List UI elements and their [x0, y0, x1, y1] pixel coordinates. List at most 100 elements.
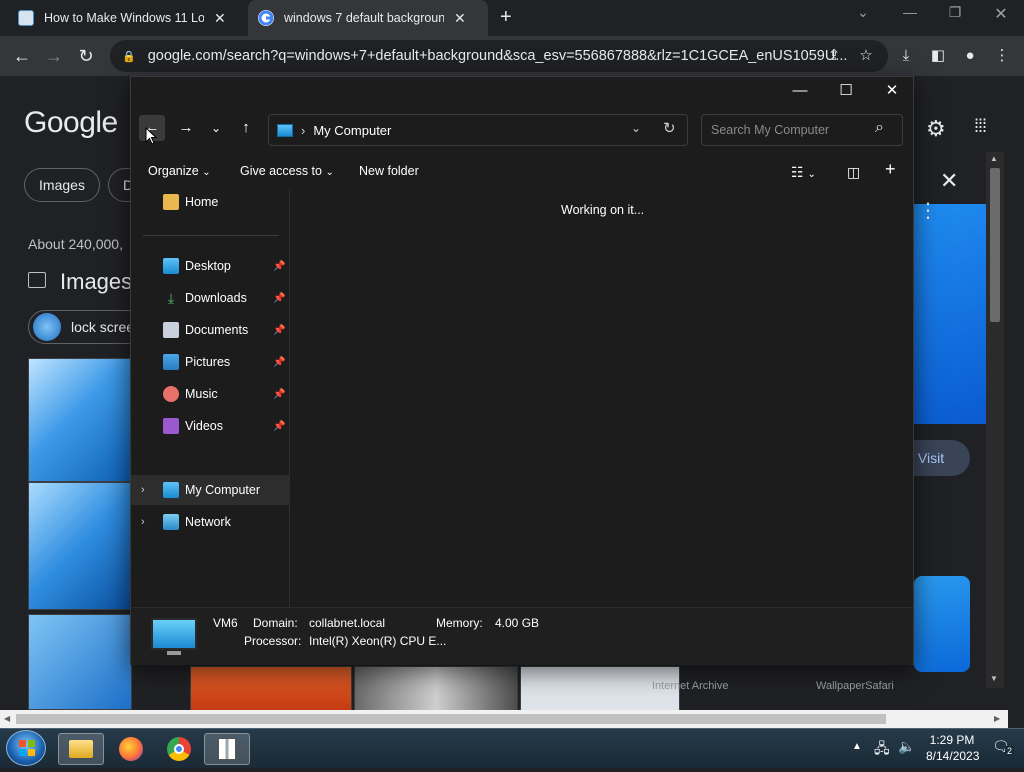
scroll-down-icon[interactable]: ▼ [990, 674, 998, 683]
browser-tab-bar: How to Make Windows 11 Look Like ✕ windo… [0, 0, 1024, 36]
forward-icon[interactable]: → [40, 44, 68, 68]
nav-item-music[interactable]: Music 📌 [131, 379, 289, 409]
close-preview-icon[interactable]: ✕ [940, 168, 958, 194]
nav-item-pictures[interactable]: Pictures 📌 [131, 347, 289, 377]
close-icon[interactable]: ✕ [869, 77, 915, 105]
new-folder-button[interactable]: New folder [359, 164, 419, 178]
network-tray-icon[interactable]: 🖧 [874, 738, 890, 762]
pin-icon[interactable]: 📌 [273, 325, 285, 336]
taskbar-file-explorer[interactable] [58, 733, 104, 765]
profile-icon[interactable]: ● [958, 44, 982, 68]
settings-gear-icon[interactable]: ⚙ [926, 116, 946, 142]
minimize-icon[interactable]: — [777, 77, 823, 105]
add-icon[interactable]: + [885, 159, 896, 180]
google-apps-icon[interactable]: ⁞⁞⁞ [974, 116, 987, 137]
computer-icon [277, 123, 293, 137]
download-icon[interactable]: ⤓ [894, 44, 918, 68]
bookmark-star-icon[interactable]: ☆ [854, 44, 878, 68]
preview-pane-icon[interactable]: ◫ [847, 164, 860, 181]
nav-item-home[interactable]: Home [131, 187, 289, 217]
back-icon[interactable]: ← [8, 44, 36, 68]
computer-icon [163, 482, 179, 498]
show-hidden-icons[interactable]: ▲ [852, 741, 862, 752]
refresh-icon[interactable]: ↻ [663, 119, 676, 137]
tab-close-icon[interactable]: ✕ [214, 10, 226, 27]
computer-name: VM6 [213, 616, 238, 630]
minimize-icon[interactable]: — [895, 4, 925, 20]
image-thumbnail[interactable] [190, 666, 352, 710]
address-bar[interactable]: 🔒 google.com/search?q=windows+7+default+… [110, 40, 888, 72]
related-image[interactable] [914, 576, 970, 672]
organize-menu[interactable]: Organize ⌄ [148, 164, 211, 178]
menu-icon[interactable]: ⋮ [990, 44, 1014, 68]
image-thumbnail[interactable] [28, 482, 132, 610]
path-dropdown-icon[interactable]: ⌄ [631, 121, 641, 135]
scrollbar-thumb[interactable] [16, 714, 886, 724]
pin-icon[interactable]: 📌 [273, 357, 285, 368]
chip-thumb-icon [33, 313, 61, 341]
divider [143, 235, 279, 236]
close-window-icon[interactable]: ✕ [986, 4, 1016, 24]
image-thumbnail[interactable] [28, 614, 132, 710]
search-input[interactable]: Search My Computer [701, 114, 903, 146]
image-thumbnail[interactable] [354, 666, 518, 710]
pin-icon[interactable]: 📌 [273, 389, 285, 400]
windows-logo-icon [19, 740, 35, 756]
browser-tab-1[interactable]: How to Make Windows 11 Look Like ✕ [8, 0, 248, 36]
give-access-menu[interactable]: Give access to ⌄ [240, 164, 334, 178]
scroll-left-icon[interactable]: ◀ [4, 714, 10, 723]
nav-item-desktop[interactable]: Desktop 📌 [131, 251, 289, 281]
nav-item-documents[interactable]: Documents 📌 [131, 315, 289, 345]
mouse-cursor-icon [145, 126, 158, 150]
google-logo[interactable]: Google [24, 106, 118, 140]
start-button[interactable] [6, 730, 46, 766]
clock-date: 8/14/2023 [926, 749, 980, 763]
reload-icon[interactable]: ↻ [72, 44, 100, 68]
maximize-icon[interactable]: ☐ [823, 77, 869, 105]
scroll-right-icon[interactable]: ▶ [994, 714, 1000, 723]
view-options-icon[interactable]: ☷ ⌄ [791, 164, 816, 181]
preview-image[interactable] [914, 204, 986, 424]
nav-item-downloads[interactable]: ⤓ Downloads 📌 [131, 283, 289, 313]
taskbar-chrome[interactable] [156, 733, 202, 765]
share-icon[interactable]: ⇪ [822, 44, 846, 68]
pane-splitter[interactable] [289, 189, 290, 607]
nav-item-videos[interactable]: Videos 📌 [131, 411, 289, 441]
folder-icon [69, 740, 93, 758]
pin-icon[interactable]: 📌 [273, 421, 285, 432]
scrollbar-corner [1008, 710, 1024, 728]
volume-icon[interactable]: 🔈 [898, 738, 915, 755]
pin-icon[interactable]: 📌 [273, 293, 285, 304]
tab-search-icon[interactable]: ⌄ [848, 4, 878, 21]
horizontal-scrollbar[interactable]: ◀ ▶ [0, 710, 1008, 728]
tab-close-icon[interactable]: ✕ [454, 10, 466, 27]
forward-icon[interactable]: → [173, 115, 199, 141]
taskbar-firefox[interactable] [108, 733, 154, 765]
new-tab-icon[interactable]: + [500, 6, 512, 29]
pin-icon[interactable]: 📌 [273, 261, 285, 272]
clock[interactable]: 1:29 PM 8/14/2023 [926, 733, 980, 763]
side-panel-icon[interactable]: ◧ [926, 44, 950, 68]
browser-tab-2[interactable]: windows 7 default background - Go ✕ [248, 0, 488, 36]
loading-message: Working on it... [561, 203, 645, 217]
up-icon[interactable]: ↑ [233, 115, 259, 141]
processor-label: Processor: [244, 634, 302, 648]
image-thumbnail[interactable] [28, 358, 132, 482]
expand-chevron-icon[interactable]: › [141, 516, 145, 528]
pictures-icon [163, 354, 179, 370]
vertical-scrollbar[interactable]: ▲ ▼ [986, 152, 1004, 688]
search-icon[interactable]: ⌕ [875, 119, 884, 137]
filter-chip-images[interactable]: Images [24, 168, 100, 202]
memory-label: Memory: [436, 616, 483, 630]
scroll-up-icon[interactable]: ▲ [990, 154, 998, 163]
restore-icon[interactable]: ❐ [940, 4, 970, 21]
scrollbar-thumb[interactable] [990, 168, 1000, 322]
recent-locations-icon[interactable]: ⌄ [203, 115, 229, 141]
nav-item-my-computer[interactable]: › My Computer [131, 475, 289, 505]
taskbar-app[interactable] [204, 733, 250, 765]
downloads-icon: ⤓ [167, 290, 175, 306]
nav-item-network[interactable]: › Network [131, 507, 289, 537]
address-path[interactable]: › My Computer [268, 114, 688, 146]
expand-chevron-icon[interactable]: › [141, 484, 145, 496]
processor-value: Intel(R) Xeon(R) CPU E... [309, 634, 447, 648]
